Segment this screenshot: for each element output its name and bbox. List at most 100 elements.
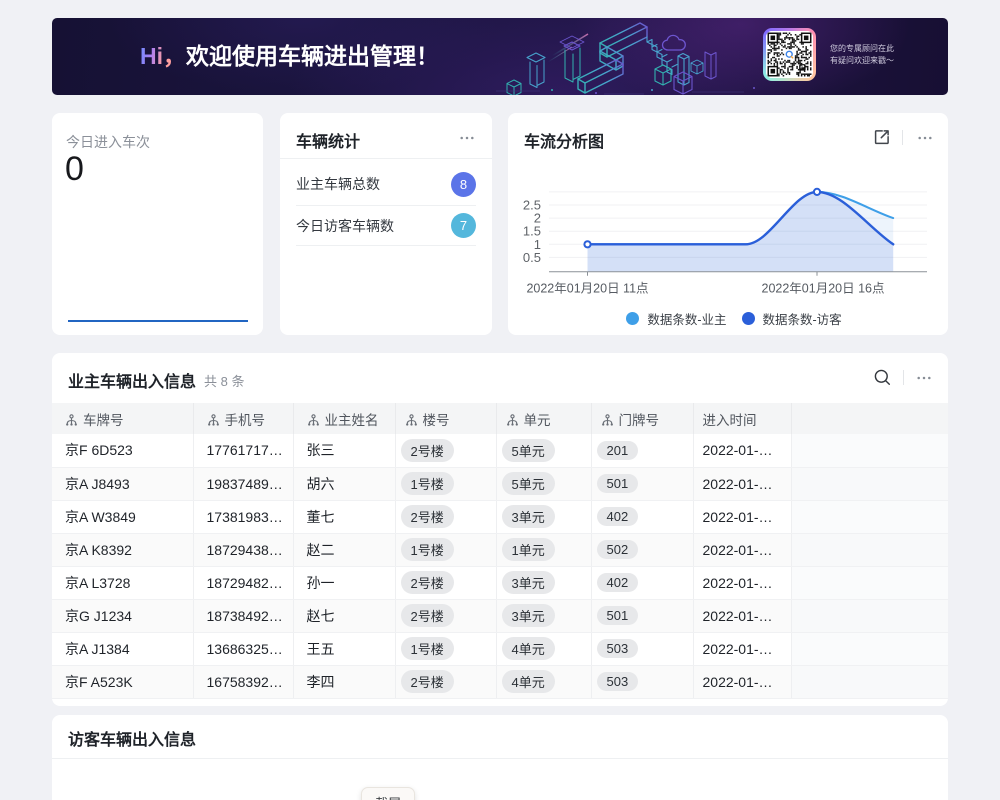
toolbar-separator xyxy=(903,370,904,385)
chart-legend: 数据条数-业主数据条数-访客 xyxy=(520,309,948,328)
owner-table: 车牌号 手机号 业主姓名 楼号 单元 门牌号进入时间 京F 6D52317761… xyxy=(52,403,948,699)
stats-row-badge: 8 xyxy=(451,172,476,197)
table-cell: 1号楼 xyxy=(395,632,496,665)
table-row[interactable]: 京A J138413686325…王五1号楼4单元5032022-01-… xyxy=(52,632,948,665)
stats-row: 今日访客车辆数 7 xyxy=(296,206,476,246)
banner-title: Hi，欢迎使用车辆进出管理！ xyxy=(140,44,439,68)
select-tag: 503 xyxy=(597,639,639,658)
table-cell xyxy=(791,500,948,533)
table-cell: 17761717… xyxy=(193,434,293,467)
select-tag: 1号楼 xyxy=(401,637,454,660)
today-entries-sparkline xyxy=(68,320,248,322)
table-cell: 2022-01-… xyxy=(693,500,791,533)
column-header-label: 进入时间 xyxy=(703,413,757,428)
table-cell: 4单元 xyxy=(496,632,591,665)
table-cell: 4单元 xyxy=(496,665,591,698)
table-cell: 18738492… xyxy=(193,599,293,632)
table-cell: 18729438… xyxy=(193,533,293,566)
search-icon[interactable] xyxy=(874,369,891,386)
select-tag: 201 xyxy=(597,441,639,460)
table-cell: 京A L3728 xyxy=(52,566,193,599)
column-header[interactable]: 进入时间 xyxy=(693,403,791,434)
table-cell: 京A W3849 xyxy=(52,500,193,533)
table-cell: 京A K8392 xyxy=(52,533,193,566)
table-cell xyxy=(791,566,948,599)
table-cell: 2022-01-… xyxy=(693,434,791,467)
table-cell: 京F A523K xyxy=(52,665,193,698)
more-icon[interactable] xyxy=(914,368,934,388)
table-cell xyxy=(791,632,948,665)
select-tag: 402 xyxy=(597,507,639,526)
column-header[interactable]: 车牌号 xyxy=(52,403,193,434)
screenshot-button-label: 截屏 xyxy=(375,793,401,800)
column-header[interactable]: 门牌号 xyxy=(591,403,693,434)
table-cell: 503 xyxy=(591,632,693,665)
table-cell: 3单元 xyxy=(496,500,591,533)
table-cell: 16758392… xyxy=(193,665,293,698)
table-cell xyxy=(791,434,948,467)
more-icon[interactable] xyxy=(457,128,477,148)
table-cell: 1号楼 xyxy=(395,533,496,566)
select-tag: 502 xyxy=(597,540,639,559)
owner-table-count: 共 8 条 xyxy=(204,371,244,390)
select-tag: 4单元 xyxy=(502,670,555,693)
legend-item[interactable]: 数据条数-访客 xyxy=(742,309,842,328)
table-cell: 2022-01-… xyxy=(693,665,791,698)
screenshot-button[interactable]: 截屏 xyxy=(361,787,415,800)
table-cell: 2022-01-… xyxy=(693,632,791,665)
traffic-line-chart: 0.511.522.52022年01月20日 11点2022年01月20日 16… xyxy=(508,113,948,313)
qr-caption-line1: 您的专属顾问在此 xyxy=(830,43,894,55)
table-cell: 2022-01-… xyxy=(693,533,791,566)
table-row[interactable]: 京A W384917381983…董七2号楼3单元4022022-01-… xyxy=(52,500,948,533)
column-header[interactable]: 单元 xyxy=(496,403,591,434)
table-cell: 赵七 xyxy=(293,599,395,632)
vehicle-stats-title: 车辆统计 xyxy=(296,128,360,152)
table-cell: 王五 xyxy=(293,632,395,665)
table-cell: 501 xyxy=(591,599,693,632)
select-tag: 1号楼 xyxy=(401,538,454,561)
table-cell: 李四 xyxy=(293,665,395,698)
table-cell: 京A J1384 xyxy=(52,632,193,665)
svg-text:0.5: 0.5 xyxy=(523,250,541,265)
table-row[interactable]: 京A J849319837489…胡六1号楼5单元5012022-01-… xyxy=(52,467,948,500)
table-cell: 3单元 xyxy=(496,599,591,632)
owner-table-title: 业主车辆出入信息 xyxy=(68,368,196,392)
column-header[interactable] xyxy=(791,403,948,434)
table-row[interactable]: 京F 6D52317761717…张三2号楼5单元2012022-01-… xyxy=(52,434,948,467)
select-tag: 2号楼 xyxy=(401,505,454,528)
column-header-label: 业主姓名 xyxy=(325,413,379,428)
select-tag: 1号楼 xyxy=(401,472,454,495)
table-cell: 2号楼 xyxy=(395,566,496,599)
table-cell: 19837489… xyxy=(193,467,293,500)
vehicle-stats-card: 车辆统计 业主车辆总数 8 今日访客车辆数 7 xyxy=(280,113,492,335)
select-tag: 402 xyxy=(597,573,639,592)
column-header-label: 门牌号 xyxy=(619,413,660,428)
table-row[interactable]: 京G J123418738492…赵七2号楼3单元5012022-01-… xyxy=(52,599,948,632)
select-tag: 1单元 xyxy=(502,538,555,561)
column-header[interactable]: 手机号 xyxy=(193,403,293,434)
stats-row-label: 业主车辆总数 xyxy=(296,174,380,194)
table-row[interactable]: 京A K839218729438…赵二1号楼1单元5022022-01-… xyxy=(52,533,948,566)
table-cell: 2号楼 xyxy=(395,599,496,632)
table-row[interactable]: 京F A523K16758392…李四2号楼4单元5032022-01-… xyxy=(52,665,948,698)
column-header[interactable]: 业主姓名 xyxy=(293,403,395,434)
welcome-banner: Hi，欢迎使用车辆进出管理！ 您的专属顾问在此 有疑问欢迎来戳～ xyxy=(52,18,948,95)
legend-label: 数据条数-业主 xyxy=(647,309,726,328)
select-tag: 5单元 xyxy=(502,472,555,495)
table-cell xyxy=(791,599,948,632)
table-cell: 18729482… xyxy=(193,566,293,599)
svg-text:1: 1 xyxy=(534,237,541,252)
legend-item[interactable]: 数据条数-业主 xyxy=(626,309,726,328)
column-header-label: 车牌号 xyxy=(83,413,124,428)
svg-text:2022年01月20日 16点: 2022年01月20日 16点 xyxy=(762,282,885,296)
table-row[interactable]: 京A L372818729482…孙一2号楼3单元4022022-01-… xyxy=(52,566,948,599)
table-cell: 2号楼 xyxy=(395,665,496,698)
column-header[interactable]: 楼号 xyxy=(395,403,496,434)
today-entries-label: 今日进入车次 xyxy=(66,132,150,152)
banner-greeting-text: 欢迎使用车辆进出管理！ xyxy=(186,43,439,69)
select-tag: 501 xyxy=(597,606,639,625)
qr-caption-line2: 有疑问欢迎来戳～ xyxy=(830,55,894,67)
stats-row-badge: 7 xyxy=(451,213,476,238)
select-tag: 2号楼 xyxy=(401,571,454,594)
table-cell: 京A J8493 xyxy=(52,467,193,500)
